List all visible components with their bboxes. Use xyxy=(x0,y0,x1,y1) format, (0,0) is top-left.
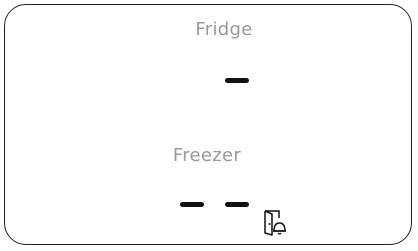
fridge-temperature-dash xyxy=(225,78,249,83)
door-alarm-icon xyxy=(263,209,287,237)
freezer-temperature-dash-2 xyxy=(225,202,249,207)
fridge-display-panel: Fridge Freezer xyxy=(4,4,412,245)
fridge-label: Fridge xyxy=(195,19,253,40)
freezer-label: Freezer xyxy=(172,145,242,166)
freezer-temperature-dash-1 xyxy=(180,202,204,207)
